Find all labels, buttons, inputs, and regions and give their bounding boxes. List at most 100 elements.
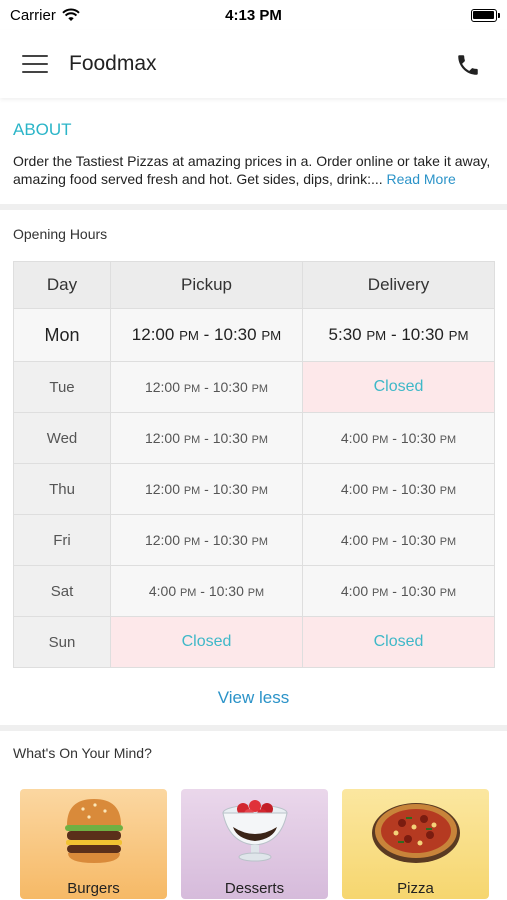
pm-label: PM	[251, 536, 269, 548]
whats-on-your-mind-section: What's On Your Mind? Burgers Desserts Pi…	[0, 731, 507, 899]
time-separator: -	[386, 325, 402, 344]
pm-label: PM	[180, 587, 197, 599]
time-close: 10:30	[212, 481, 248, 497]
day-cell: Tue	[13, 361, 111, 413]
day-cell: Sun	[13, 616, 111, 668]
pm-label: PM	[372, 536, 389, 548]
time-close: 10:30	[214, 325, 257, 344]
day-cell: Mon	[13, 308, 111, 362]
time-separator: -	[200, 532, 213, 548]
wifi-icon	[62, 8, 80, 21]
pm-label: PM	[179, 328, 199, 343]
time-open: 12:00	[131, 325, 175, 344]
header-delivery: Delivery	[302, 261, 495, 309]
delivery-cell: 4:00 PM - 10:30 PM	[302, 463, 495, 515]
time-open: 4:00	[340, 532, 369, 548]
category-label: Burgers	[67, 880, 120, 897]
pm-label: PM	[372, 434, 389, 446]
category-card-pizza[interactable]: Pizza	[342, 789, 489, 899]
time-close: 10:30	[400, 481, 436, 497]
pm-label: PM	[448, 328, 469, 343]
table-row: Fri 12:00 PM - 10:30 PM 4:00 PM - 10:30 …	[13, 514, 495, 566]
opening-hours-table: Day Pickup Delivery Mon 12:00 PM - 10:30…	[13, 261, 495, 668]
time-open: 4:00	[340, 430, 369, 446]
pickup-cell: 12:00 PM - 10:30 PM	[110, 514, 303, 566]
pm-label: PM	[183, 383, 201, 395]
time-close: 10:30	[400, 583, 436, 599]
time-open: 4:00	[340, 481, 369, 497]
time-open: 5:30	[328, 325, 362, 344]
day-cell: Thu	[13, 463, 111, 515]
status-left: Carrier	[10, 7, 160, 24]
pickup-cell: 12:00 PM - 10:30 PM	[110, 308, 303, 362]
category-label: Desserts	[224, 880, 285, 897]
whats-on-your-mind-title: What's On Your Mind?	[13, 745, 152, 761]
time-separator: -	[388, 481, 401, 497]
dessert-image	[221, 800, 288, 862]
time-close: 10:30	[401, 325, 444, 344]
category-card-burgers[interactable]: Burgers	[20, 789, 167, 899]
delivery-cell: 4:00 PM - 10:30 PM	[302, 412, 495, 464]
pm-label: PM	[183, 485, 201, 497]
pickup-closed-cell: Closed	[110, 616, 303, 668]
nav-bar: Foodmax	[0, 30, 507, 98]
pickup-cell: 12:00 PM - 10:30 PM	[110, 412, 303, 464]
pm-label: PM	[439, 587, 457, 599]
pickup-cell: 4:00 PM - 10:30 PM	[110, 565, 303, 617]
pm-label: PM	[366, 328, 387, 343]
pm-label: PM	[183, 536, 201, 548]
time-close: 10:30	[212, 379, 248, 395]
table-row: Sat 4:00 PM - 10:30 PM 4:00 PM - 10:30 P…	[13, 565, 495, 617]
time-separator: -	[388, 430, 401, 446]
time-close: 10:30	[212, 430, 248, 446]
table-row: Wed 12:00 PM - 10:30 PM 4:00 PM - 10:30 …	[13, 412, 495, 464]
opening-hours-title: Opening Hours	[13, 226, 108, 242]
table-row: Tue 12:00 PM - 10:30 PM Closed	[13, 361, 495, 413]
pm-label: PM	[247, 587, 265, 599]
hamburger-menu-icon[interactable]	[22, 55, 48, 73]
table-row: Mon 12:00 PM - 10:30 PM 5:30 PM - 10:30 …	[13, 308, 495, 362]
time-close: 10:30	[400, 532, 436, 548]
time-open: 12:00	[144, 481, 181, 497]
time-open: 12:00	[144, 379, 181, 395]
burger-image	[64, 799, 123, 863]
pm-label: PM	[251, 485, 269, 497]
phone-icon[interactable]	[455, 52, 481, 78]
pm-label: PM	[183, 434, 201, 446]
time-separator: -	[388, 583, 401, 599]
battery-icon	[470, 8, 500, 22]
delivery-cell: 4:00 PM - 10:30 PM	[302, 514, 495, 566]
category-card-desserts[interactable]: Desserts	[181, 789, 328, 899]
about-title: ABOUT	[13, 120, 72, 139]
table-header-row: Day Pickup Delivery	[13, 261, 495, 309]
view-less-button[interactable]: View less	[13, 668, 494, 725]
carrier-label: Carrier	[10, 6, 56, 24]
app-title: Foodmax	[69, 52, 157, 75]
pm-label: PM	[372, 587, 389, 599]
time-separator: -	[388, 532, 401, 548]
pm-label: PM	[439, 434, 457, 446]
pm-label: PM	[372, 485, 389, 497]
time-open: 4:00	[340, 583, 369, 599]
time-separator: -	[200, 481, 213, 497]
time-close: 10:30	[212, 532, 248, 548]
delivery-closed-cell: Closed	[302, 616, 495, 668]
time-separator: -	[198, 325, 215, 344]
day-cell: Sat	[13, 565, 111, 617]
header-day: Day	[13, 261, 111, 309]
time-open: 12:00	[144, 532, 181, 548]
day-cell: Wed	[13, 412, 111, 464]
pm-label: PM	[439, 485, 457, 497]
pickup-cell: 12:00 PM - 10:30 PM	[110, 463, 303, 515]
time-separator: -	[200, 430, 213, 446]
read-more-link[interactable]: Read More	[387, 171, 456, 187]
status-right	[347, 8, 500, 22]
table-row: Thu 12:00 PM - 10:30 PM 4:00 PM - 10:30 …	[13, 463, 495, 515]
status-bar: Carrier 4:13 PM	[0, 0, 507, 30]
day-cell: Fri	[13, 514, 111, 566]
pm-label: PM	[261, 328, 282, 343]
delivery-closed-cell: Closed	[302, 361, 495, 413]
opening-hours-section: Opening Hours Day Pickup Delivery Mon 12…	[0, 210, 507, 725]
time-close: 10:30	[208, 583, 244, 599]
delivery-cell: 4:00 PM - 10:30 PM	[302, 565, 495, 617]
